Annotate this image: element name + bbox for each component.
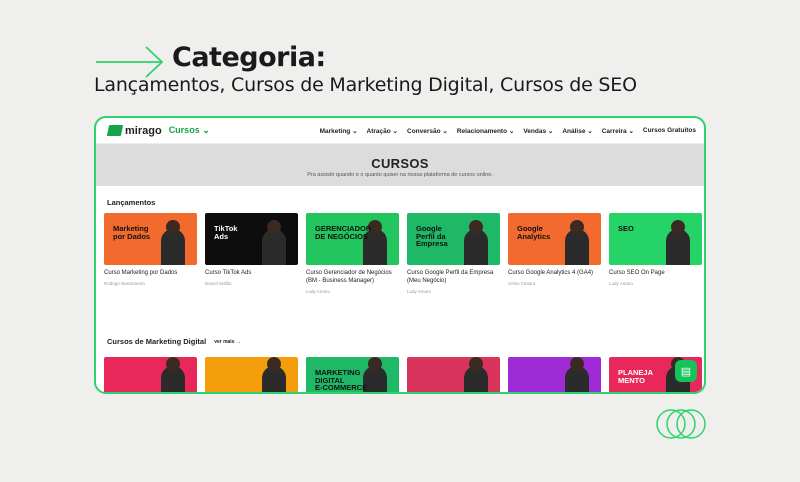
instructor-head: [166, 220, 180, 234]
course-thumbnail[interactable]: [407, 357, 500, 392]
site-navbar: mirago Cursos ⌄ Marketing ⌄ Atração ⌄ Co…: [96, 118, 704, 144]
hero-banner: CURSOS Pra assistir quando e o quanto qu…: [96, 144, 704, 186]
instructor-head: [570, 220, 584, 234]
instructor-figure: [161, 229, 185, 265]
course-card[interactable]: MARKETING DIGITAL E-COMMERCE: [306, 357, 399, 392]
course-author: Ludy Amaro: [407, 289, 432, 295]
course-thumbnail[interactable]: SEO: [609, 213, 702, 265]
section-header-marketing-digital: Cursos de Marketing Digital ver mais →: [96, 337, 241, 346]
section-title-lancamentos: Lançamentos: [107, 198, 156, 207]
instructor-head: [166, 357, 180, 371]
course-card[interactable]: Google Perfil da Empresa Curso Google Per…: [407, 213, 500, 294]
instructor-head: [671, 220, 685, 234]
course-card[interactable]: TikTok Ads Curso TikTok Ads Daniel Sullão: [205, 213, 298, 294]
course-author: Rodrigo Nascimento: [104, 281, 145, 287]
course-thumbnail[interactable]: Marketing por Dados: [104, 213, 197, 265]
logo-text: mirago: [125, 124, 162, 137]
course-card[interactable]: [104, 357, 197, 392]
cursos-dropdown[interactable]: Cursos ⌄: [169, 125, 210, 136]
category-list: Lançamentos, Cursos de Marketing Digital…: [94, 74, 637, 96]
course-thumbnail[interactable]: TikTok Ads: [205, 213, 298, 265]
course-title[interactable]: Curso TikTok Ads: [205, 269, 298, 277]
course-row-marketing-digital: MARKETING DIGITAL E-COMMERCE PLANEJA MENT…: [96, 357, 702, 392]
course-title[interactable]: Curso Marketing por Dados: [104, 269, 197, 277]
hero-title: CURSOS: [371, 156, 429, 171]
thumbnail-text: TikTok Ads: [214, 224, 238, 241]
nav-item-carreira[interactable]: Carreira ⌄: [602, 127, 634, 135]
course-card[interactable]: Google Analytics Curso Google Analytics 4…: [508, 213, 601, 294]
nav-item-vendas[interactable]: Vendas ⌄: [523, 127, 553, 135]
course-thumbnail[interactable]: [508, 357, 601, 392]
instructor-figure: [262, 229, 286, 265]
course-row-lancamentos: Marketing por Dados Curso Marketing por D…: [96, 213, 704, 294]
see-more-link[interactable]: ver mais →: [214, 339, 241, 345]
course-thumbnail[interactable]: [104, 357, 197, 392]
course-card[interactable]: [508, 357, 601, 392]
course-author: Ludy Amaro: [306, 289, 331, 295]
instructor-head: [368, 357, 382, 371]
category-heading: Categoria:: [172, 42, 326, 73]
course-card[interactable]: [205, 357, 298, 392]
nav-item-relacionamento[interactable]: Relacionamento ⌄: [457, 127, 514, 135]
course-title[interactable]: Curso Google Perfil da Empresa (Meu Negó…: [407, 269, 500, 285]
course-card[interactable]: [407, 357, 500, 392]
course-title[interactable]: Curso Gerenciador de Negócios (BM - Busi…: [306, 269, 399, 285]
course-author: Celso Cintara: [508, 281, 536, 287]
course-author: Daniel Sullão: [205, 281, 232, 287]
thumbnail-text: MARKETING DIGITAL E-COMMERCE: [315, 368, 368, 392]
thumbnail-text: PLANEJA MENTO: [618, 368, 654, 385]
section-title-marketing-digital: Cursos de Marketing Digital: [107, 337, 207, 346]
instructor-head: [570, 357, 584, 371]
course-title[interactable]: Curso Google Analytics 4 (GA4): [508, 269, 601, 277]
instructor-head: [469, 220, 483, 234]
instructor-figure: [565, 229, 589, 265]
nav-item-analise[interactable]: Análise ⌄: [562, 127, 592, 135]
course-thumbnail[interactable]: Google Analytics: [508, 213, 601, 265]
thumbnail-text: Marketing por Dados: [113, 224, 151, 241]
course-thumbnail[interactable]: Google Perfil da Empresa: [407, 213, 500, 265]
site-screenshot-frame: mirago Cursos ⌄ Marketing ⌄ Atração ⌄ Co…: [94, 116, 706, 394]
thumbnail-text: Google Perfil da Empresa: [416, 224, 448, 248]
course-card[interactable]: GERENCIADOR DE NEGÓCIOS Curso Gerenciador…: [306, 213, 399, 294]
course-thumbnail[interactable]: GERENCIADOR DE NEGÓCIOS: [306, 213, 399, 265]
rings-icon: [656, 409, 706, 439]
chat-icon: ▤: [680, 365, 692, 378]
course-card[interactable]: SEO Curso SEO On Page Ludy Amaro: [609, 213, 702, 294]
nav-menu: Marketing ⌄ Atração ⌄ Conversão ⌄ Relaci…: [320, 127, 696, 135]
instructor-head: [267, 357, 281, 371]
course-thumbnail[interactable]: [205, 357, 298, 392]
course-title[interactable]: Curso SEO On Page: [609, 269, 702, 277]
chat-button[interactable]: ▤: [675, 360, 697, 382]
thumbnail-text: Google Analytics: [517, 224, 551, 241]
thumbnail-text: GERENCIADOR DE NEGÓCIOS: [315, 224, 372, 241]
instructor-figure: [464, 229, 488, 265]
nav-item-atracao[interactable]: Atração ⌄: [367, 127, 398, 135]
nav-item-cursos-gratuitos[interactable]: Cursos Gratuitos: [643, 127, 696, 135]
logo-mark-icon: [106, 125, 124, 136]
nav-item-conversao[interactable]: Conversão ⌄: [407, 127, 448, 135]
instructor-head: [267, 220, 281, 234]
thumbnail-text: SEO: [618, 224, 634, 233]
instructor-head: [469, 357, 483, 371]
hero-subtitle: Pra assistir quando e o quanto quiser na…: [307, 172, 493, 178]
site-logo[interactable]: mirago Cursos ⌄: [106, 124, 210, 137]
nav-item-marketing[interactable]: Marketing ⌄: [320, 127, 358, 135]
course-card[interactable]: Marketing por Dados Curso Marketing por D…: [104, 213, 197, 294]
course-thumbnail[interactable]: MARKETING DIGITAL E-COMMERCE: [306, 357, 399, 392]
instructor-figure: [666, 229, 690, 265]
course-author: Ludy Amaro: [609, 281, 634, 287]
